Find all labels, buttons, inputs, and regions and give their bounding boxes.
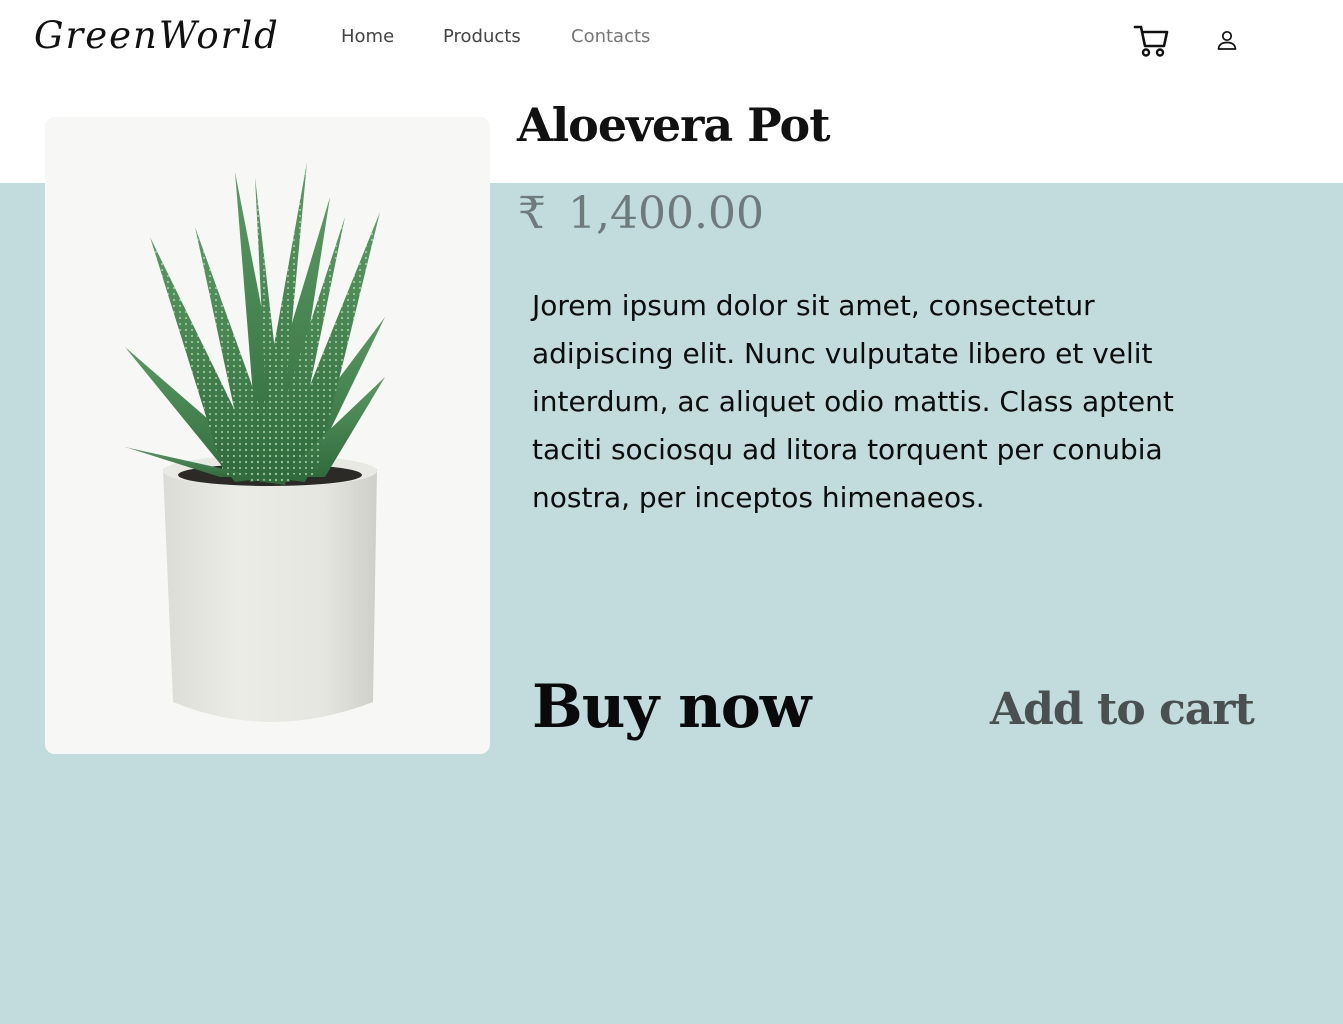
price-value: 1,400.00	[568, 188, 764, 239]
product-title: Aloevera Pot	[517, 98, 830, 152]
buy-now-button[interactable]: Buy now	[532, 672, 811, 742]
brand-logo[interactable]: GreenWorld	[34, 14, 280, 57]
product-description: Jorem ipsum dolor sit amet, consectetur …	[532, 289, 1174, 514]
aloe-plant-illustration	[45, 117, 490, 754]
product-price: ₹ 1,400.00	[518, 188, 764, 239]
nav-home[interactable]: Home	[341, 26, 394, 47]
cart-icon[interactable]	[1133, 24, 1169, 58]
add-to-cart-button[interactable]: Add to cart	[990, 684, 1255, 735]
nav-contacts[interactable]: Contacts	[571, 26, 650, 47]
nav-products[interactable]: Products	[443, 26, 521, 47]
currency-symbol: ₹	[518, 188, 546, 239]
product-image	[45, 117, 490, 754]
user-icon[interactable]	[1215, 28, 1239, 52]
